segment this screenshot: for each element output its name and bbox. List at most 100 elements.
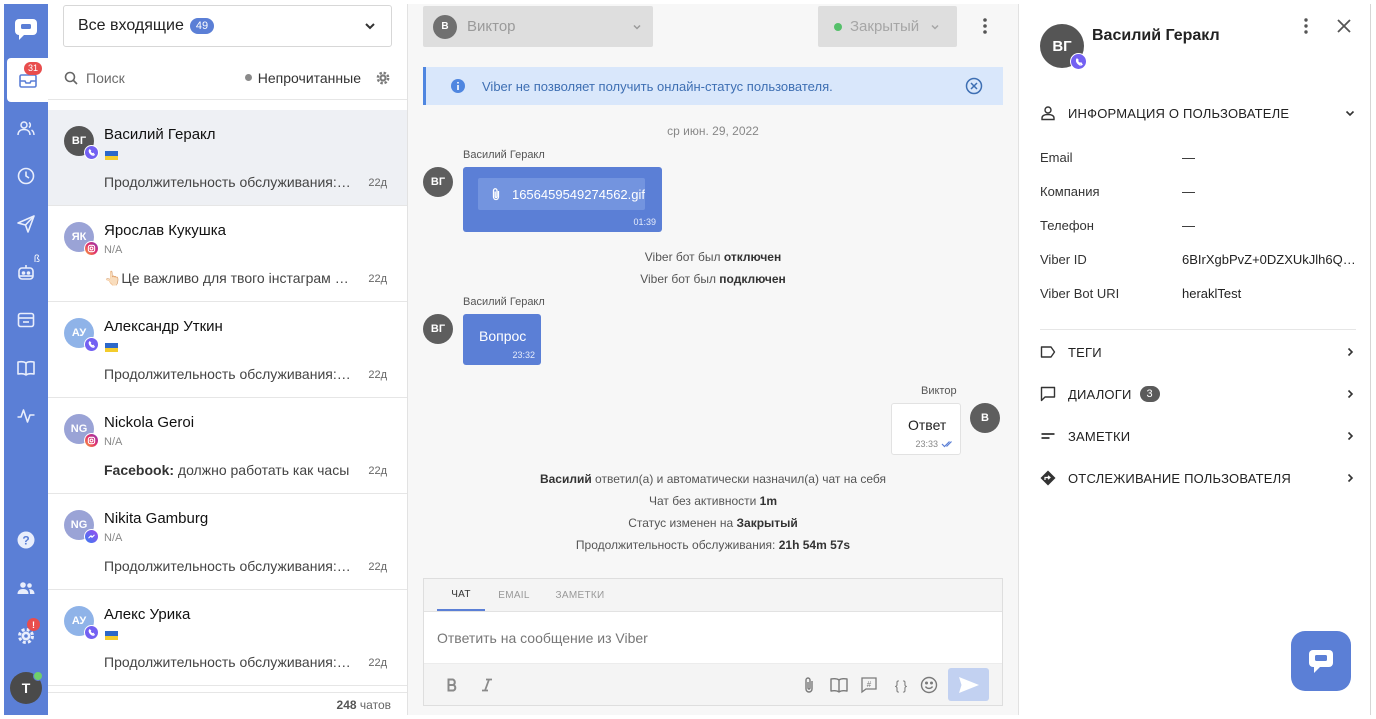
last-message-preview: Продолжительность обслуживания: 21h 54m …: [104, 654, 354, 670]
quick-reply-icon[interactable]: #: [859, 675, 879, 695]
status-dot-icon: [834, 22, 842, 31]
more-options-icon[interactable]: [976, 16, 994, 36]
attach-paperclip-icon[interactable]: [799, 675, 819, 695]
conversation-list-panel: Все входящие 49 Поиск Непрочитанные ВГ В…: [48, 4, 408, 715]
pulse-icon: [17, 409, 35, 423]
system-event-text: Viber бот был: [644, 250, 724, 264]
nav-help[interactable]: ?: [4, 518, 48, 562]
support-chat-button[interactable]: [1291, 631, 1351, 691]
assignee-selector[interactable]: В Виктор: [423, 6, 653, 47]
viber-status-notice: Viber не позволяет получить онлайн-стату…: [423, 67, 1003, 105]
conversation-item[interactable]: ЯК Ярослав Кукушка N/A 👆🏻Це важливо для …: [48, 206, 407, 302]
app-logo-icon[interactable]: [9, 12, 43, 46]
user-icon: [1041, 106, 1055, 121]
contact-subtitle: N/A: [104, 244, 123, 256]
book-icon: [17, 360, 35, 376]
conversation-age: 22д: [368, 657, 387, 669]
info-value[interactable]: —: [1182, 184, 1356, 199]
incoming-message: Вопрос 23:32: [463, 314, 541, 365]
message-time: 23:32: [512, 350, 535, 360]
contact-details-panel: ВГ Василий Геракл ИНФОРМАЦИЯ О ПОЛЬЗОВАТ…: [1018, 4, 1371, 715]
system-event: Viber бот был подключен: [408, 272, 1018, 286]
more-options-icon[interactable]: [1299, 17, 1313, 35]
nav-templates[interactable]: [4, 298, 48, 342]
contact-avatar-large: ВГ: [1040, 24, 1087, 70]
section-user-info[interactable]: ИНФОРМАЦИЯ О ПОЛЬЗОВАТЕЛЕ: [1040, 102, 1356, 124]
status-selector[interactable]: Закрытый: [818, 6, 957, 47]
info-key: Телефон: [1040, 218, 1094, 233]
instagram-icon: [84, 241, 99, 256]
nav-history[interactable]: [4, 154, 48, 198]
send-button[interactable]: [948, 668, 989, 701]
nav-knowledge-base[interactable]: [4, 346, 48, 390]
nav-broadcast[interactable]: [4, 202, 48, 246]
info-key: Viber Bot URI: [1040, 286, 1120, 301]
conversation-item[interactable]: АУ Алекс Урика Продолжительность обслужи…: [48, 590, 407, 686]
contact-avatar: ЯК: [64, 222, 99, 256]
system-event: Статус изменен на Закрытый: [408, 516, 1018, 530]
info-value[interactable]: —: [1182, 218, 1356, 233]
conversation-age: 22д: [368, 465, 387, 477]
settings-alert-badge: !: [27, 618, 40, 631]
conversation-item[interactable]: ВГ Василий Геракл Продолжительность обсл…: [48, 110, 407, 206]
chat-bubble-icon: [1040, 386, 1056, 402]
unread-filter-toggle[interactable]: Непрочитанные: [244, 70, 361, 86]
tab-email[interactable]: EMAIL: [492, 579, 536, 611]
list-settings-gear-icon[interactable]: [375, 70, 391, 86]
left-rail: 31 ß ? ! T: [4, 4, 48, 715]
italic-icon[interactable]: [477, 675, 497, 695]
section-tags[interactable]: ТЕГИ: [1040, 341, 1356, 363]
conversation-item[interactable]: NG Nikita Gamburg N/A Продолжительность …: [48, 494, 407, 590]
notes-lines-icon: [1041, 433, 1055, 439]
close-panel-icon[interactable]: [1335, 17, 1353, 35]
tab-chat[interactable]: ЧАТ: [437, 579, 485, 611]
section-dialogs[interactable]: ДИАЛОГИ 3: [1040, 383, 1356, 405]
clock-icon: [17, 167, 35, 185]
tab-notes[interactable]: ЗАМЕТКИ: [548, 579, 612, 611]
system-event: Viber бот был отключен: [408, 250, 1018, 264]
contact-name: Nikita Gamburg: [104, 510, 209, 527]
unread-dot-icon: [244, 74, 252, 81]
reply-input[interactable]: Ответить на сообщение из Viber: [437, 630, 648, 646]
chat-widget-icon: [1309, 650, 1333, 673]
conversation-item[interactable]: АУ Александр Уткин Продолжительность обс…: [48, 302, 407, 398]
avatar-initials: NG: [70, 423, 88, 435]
conversation-age: 22д: [368, 177, 387, 189]
section-notes[interactable]: ЗАМЕТКИ: [1040, 425, 1356, 447]
nav-analytics[interactable]: [4, 394, 48, 438]
avatar-initials: ВГ: [71, 135, 87, 147]
section-user-tracking[interactable]: ОТСЛЕЖИВАНИЕ ПОЛЬЗОВАТЕЛЯ: [1040, 467, 1356, 489]
nav-inbox[interactable]: 31: [7, 58, 48, 102]
close-notice-icon[interactable]: [965, 77, 983, 95]
avatar-initials: NG: [70, 519, 88, 531]
knowledge-base-book-icon[interactable]: [829, 675, 849, 695]
inbox-selector[interactable]: Все входящие 49: [63, 5, 392, 47]
system-event-text: Статус изменен на: [628, 516, 737, 530]
contact-avatar: ВГ: [64, 126, 99, 160]
incoming-message-file: 1656459549274562.gif 01:39: [463, 167, 662, 232]
user-avatar[interactable]: T: [10, 671, 43, 704]
chat-count-suffix: чатов: [359, 698, 391, 712]
contact-name: Алекс Урика: [104, 606, 191, 623]
conversation-age: 22д: [368, 273, 387, 285]
system-event-bold: подключен: [719, 272, 786, 286]
search-input[interactable]: Поиск: [86, 70, 125, 86]
conversation-item[interactable]: NG Nickola Geroi N/A Facebook: должно ра…: [48, 398, 407, 494]
info-value[interactable]: —: [1182, 150, 1356, 165]
nav-bots[interactable]: ß: [4, 250, 48, 294]
nav-contacts[interactable]: [4, 106, 48, 150]
card-icon: [17, 312, 35, 328]
file-attachment[interactable]: 1656459549274562.gif: [478, 178, 645, 210]
variables-braces-icon[interactable]: { }: [889, 675, 913, 695]
contact-name: Nickola Geroi: [104, 414, 195, 431]
emoji-smile-icon[interactable]: [919, 675, 939, 695]
system-event: Продолжительность обслуживания: 21h 54m …: [408, 538, 1018, 552]
preview-text: должно работать как часы: [174, 462, 350, 478]
divider: [1040, 329, 1356, 330]
system-event-text: Продолжительность обслуживания:: [575, 538, 779, 552]
contact-avatar: NG: [64, 510, 99, 544]
nav-team[interactable]: [4, 566, 48, 610]
viber-icon: [84, 145, 99, 160]
nav-settings[interactable]: !: [4, 614, 48, 658]
bold-icon[interactable]: [442, 675, 462, 695]
